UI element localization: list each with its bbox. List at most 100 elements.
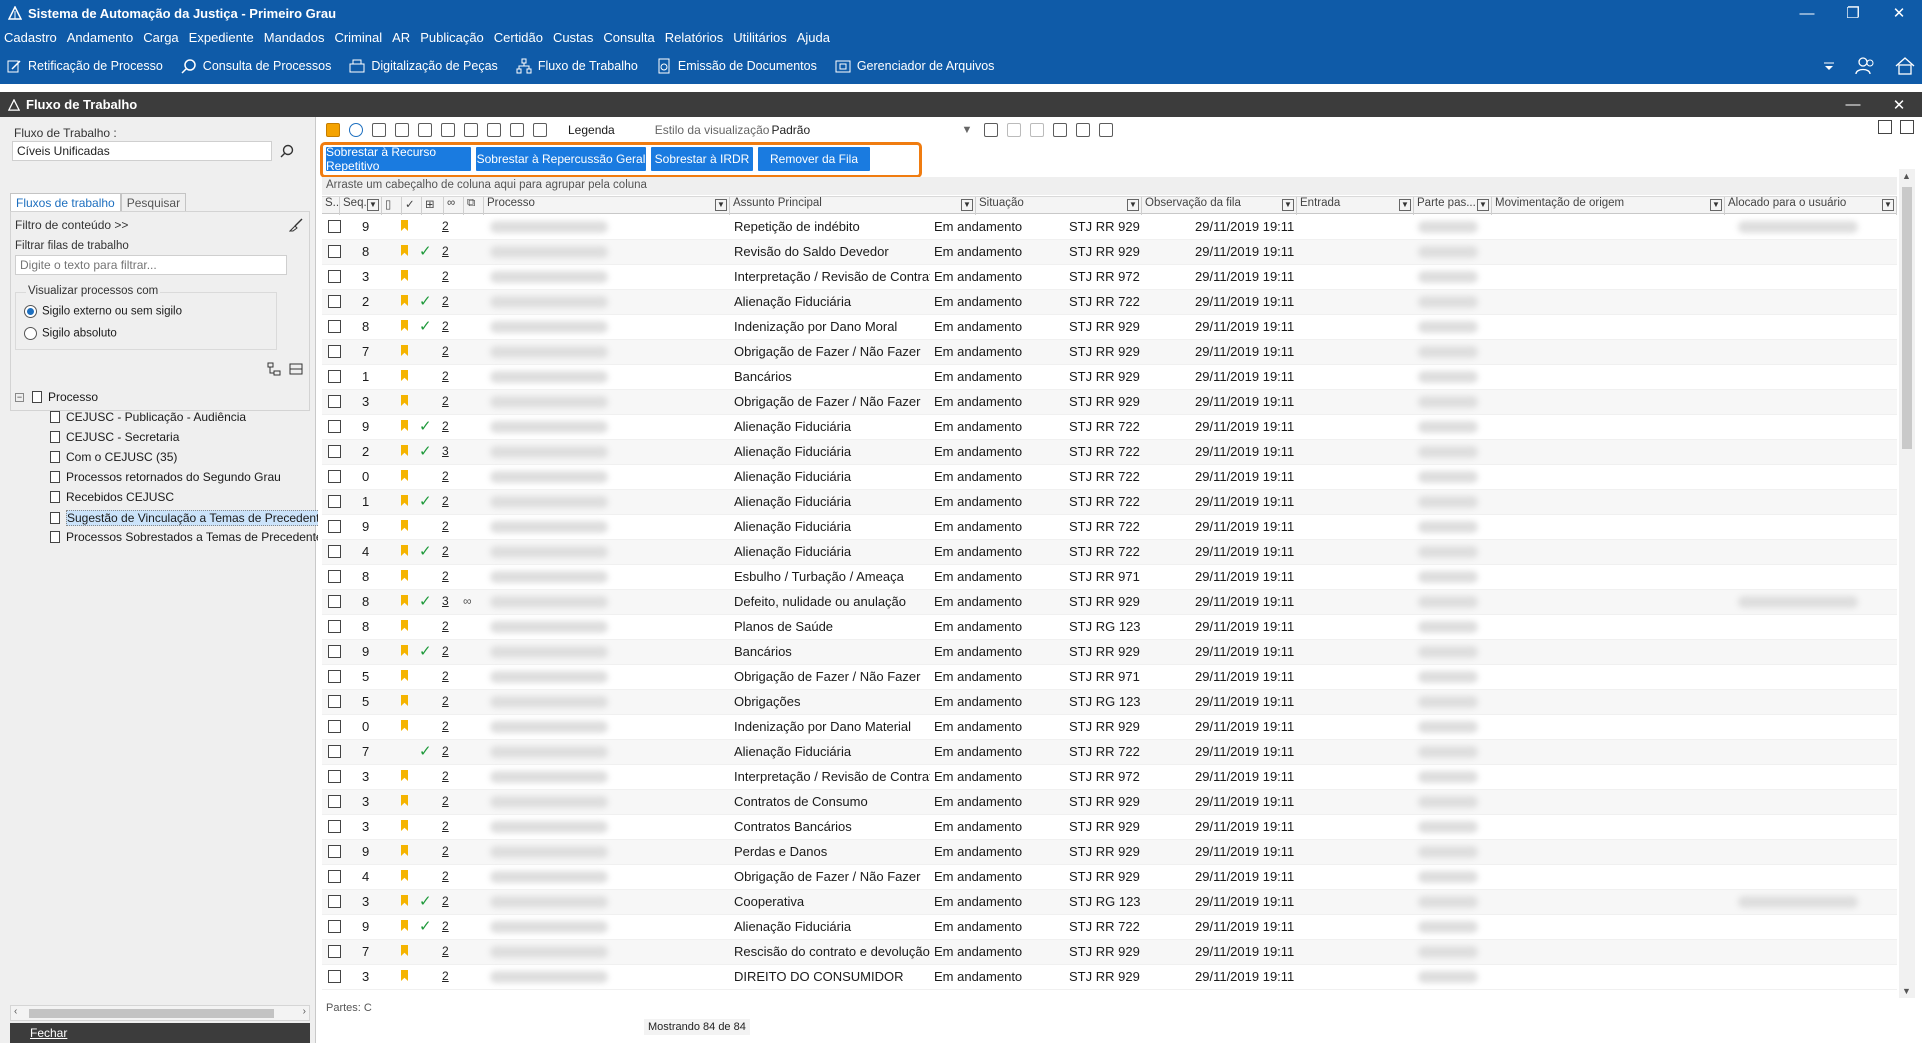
row-checkbox[interactable]: [328, 945, 341, 958]
row-checkbox[interactable]: [328, 595, 341, 608]
cell-link-count[interactable]: 2: [442, 644, 449, 658]
row-checkbox[interactable]: [328, 445, 341, 458]
broom-icon[interactable]: [289, 218, 303, 232]
radio-sigilo-absoluto[interactable]: Sigilo absoluto: [24, 327, 117, 340]
expand-tree-icon[interactable]: [1878, 120, 1892, 134]
cell-link-count[interactable]: 2: [442, 719, 449, 733]
row-checkbox[interactable]: [328, 270, 341, 283]
filtro-conteudo-link[interactable]: Filtro de conteúdo >>: [15, 218, 128, 232]
save-icon[interactable]: [984, 123, 999, 137]
cell-link-count[interactable]: 2: [442, 569, 449, 583]
tree-item[interactable]: Sugestão de Vinculação a Temas de Preced…: [50, 510, 321, 526]
col-header-assunto[interactable]: Assunto Principal ▼: [730, 197, 976, 215]
tree-item[interactable]: Processos retornados do Segundo Grau: [50, 470, 281, 484]
row-checkbox[interactable]: [328, 820, 341, 833]
scrollbar-thumb[interactable]: [1902, 187, 1912, 449]
print-icon[interactable]: [418, 123, 432, 137]
table-row[interactable]: 4 ✓ 2 Alienação Fiduciária Em andamento STJ R…: [322, 540, 1897, 565]
table-row[interactable]: 3 2 DIREITO DO CONSUMIDOR Em andamento STJ R…: [322, 965, 1897, 990]
collapse-tree-icon[interactable]: [289, 362, 303, 376]
cell-link-count[interactable]: 2: [442, 669, 449, 683]
col-header-seq[interactable]: Seq. ▼: [340, 197, 382, 215]
scrollbar-thumb[interactable]: [29, 1009, 274, 1018]
cell-link-count[interactable]: 2: [442, 519, 449, 533]
tab-fluxos[interactable]: Fluxos de trabalho: [10, 193, 121, 212]
emissao-button[interactable]: Emissão de Documentos: [656, 58, 817, 74]
col-header-movimentacao[interactable]: Movimentação de origem ▼: [1492, 197, 1725, 215]
export-icon[interactable]: [464, 123, 478, 137]
gerenciador-button[interactable]: Gerenciador de Arquivos: [835, 58, 994, 74]
home-icon[interactable]: [1894, 55, 1916, 77]
col-header-link[interactable]: ∞: [444, 197, 464, 215]
layout-icon[interactable]: [1099, 123, 1114, 137]
table-row[interactable]: 8 2 Esbulho / Turbação / Ameaça Em andament…: [322, 565, 1897, 590]
cell-link-count[interactable]: 2: [442, 919, 449, 933]
row-checkbox[interactable]: [328, 420, 341, 433]
cell-link-count[interactable]: 2: [442, 219, 449, 233]
cell-link-count[interactable]: 2: [442, 544, 449, 558]
col-header-observacao[interactable]: Observação da fila ▼: [1142, 197, 1297, 215]
table-row[interactable]: 3 2 Interpretação / Revisão de Contrato Em …: [322, 765, 1897, 790]
digitalizacao-button[interactable]: Digitalização de Peças: [349, 58, 498, 74]
col-header-bookmark[interactable]: ▯: [382, 197, 402, 215]
row-checkbox[interactable]: [328, 370, 341, 383]
close-button[interactable]: ✕: [1876, 0, 1922, 26]
child-close-button[interactable]: ✕: [1876, 96, 1922, 114]
cell-link-count[interactable]: 2: [442, 944, 449, 958]
table-row[interactable]: 3 ✓ 2 Cooperativa Em andamento STJ RG 123 29/1…: [322, 890, 1897, 915]
cell-link-count[interactable]: 2: [442, 494, 449, 508]
retificacao-button[interactable]: Retificação de Processo: [6, 58, 163, 74]
table-row[interactable]: 1 2 Bancários Em andamento STJ RR 929 29/11/2…: [322, 365, 1897, 390]
row-checkbox[interactable]: [328, 895, 341, 908]
table-row[interactable]: 9 2 Alienação Fiduciária Em andamento STJ RR…: [322, 515, 1897, 540]
table-row[interactable]: 0 2 Indenização por Dano Material Em andame…: [322, 715, 1897, 740]
table-row[interactable]: 9 ✓ 2 Alienação Fiduciária Em andamento STJ R…: [322, 415, 1897, 440]
menu-relatorios[interactable]: Relatórios: [665, 30, 730, 45]
fluxo-button[interactable]: Fluxo de Trabalho: [516, 58, 638, 74]
filter-dropdown-icon[interactable]: ▼: [1710, 199, 1722, 211]
radio-sigilo-externo[interactable]: Sigilo externo ou sem sigilo: [24, 305, 182, 318]
row-checkbox[interactable]: [328, 670, 341, 683]
paste-icon[interactable]: [441, 123, 455, 137]
filter-dropdown-icon[interactable]: ▼: [1282, 199, 1294, 211]
row-checkbox[interactable]: [328, 845, 341, 858]
row-checkbox[interactable]: [328, 720, 341, 733]
estilo-select[interactable]: Estilo da visualização Padrão ▼: [655, 123, 973, 137]
legenda-link[interactable]: Legenda: [568, 123, 615, 137]
col-header-copy[interactable]: ⧉: [464, 197, 484, 215]
table-row[interactable]: 8 ✓ 3 ∞ Defeito, nulidade ou anulação Em anda…: [322, 590, 1897, 615]
collapse-tree-icon[interactable]: [1900, 120, 1914, 134]
tree-item[interactable]: CEJUSC - Secretaria: [50, 430, 179, 444]
chevron-down-icon[interactable]: ▼: [961, 124, 972, 136]
table-row[interactable]: 7 2 Rescisão do contrato e devolução do di…: [322, 940, 1897, 965]
cell-link-count[interactable]: 2: [442, 344, 449, 358]
cell-link-count[interactable]: 2: [442, 319, 449, 333]
row-checkbox[interactable]: [328, 970, 341, 983]
tab-pesquisar[interactable]: Pesquisar: [120, 193, 187, 212]
consulta-button[interactable]: Consulta de Processos: [181, 58, 331, 74]
tree-item[interactable]: Recebidos CEJUSC: [50, 490, 174, 504]
row-checkbox[interactable]: [328, 920, 341, 933]
row-checkbox[interactable]: [328, 570, 341, 583]
fechar-button[interactable]: Fechar: [10, 1023, 310, 1043]
cell-link-count[interactable]: 2: [442, 419, 449, 433]
menu-andamento[interactable]: Andamento: [67, 30, 140, 45]
row-checkbox[interactable]: [328, 220, 341, 233]
table-row[interactable]: 3 2 Contratos de Consumo Em andamento STJ RR…: [322, 790, 1897, 815]
table-row[interactable]: 9 2 Repetição de indébito Em andamento STJ R…: [322, 215, 1897, 240]
remover-da-fila-button[interactable]: Remover da Fila: [758, 147, 870, 171]
cell-link-count[interactable]: 2: [442, 694, 449, 708]
cell-link-count[interactable]: 2: [442, 394, 449, 408]
cell-link-count[interactable]: 2: [442, 244, 449, 258]
dropdown-arrow-icon[interactable]: [1822, 59, 1836, 73]
row-checkbox[interactable]: [328, 745, 341, 758]
sobrestar-repercussao-geral-button[interactable]: Sobrestar à Repercussão Geral: [476, 147, 646, 171]
refresh-icon[interactable]: [349, 123, 363, 137]
table-row[interactable]: 5 2 Obrigações Em andamento STJ RG 123 29/11/…: [322, 690, 1897, 715]
scroll-down-icon[interactable]: ▼: [1902, 986, 1911, 996]
menu-ajuda[interactable]: Ajuda: [797, 30, 836, 45]
sobrestar-recurso-repetitivo-button[interactable]: Sobrestar à Recurso Repetitivo: [326, 145, 471, 173]
row-checkbox[interactable]: [328, 645, 341, 658]
fluxo-field[interactable]: Cíveis Unificadas: [12, 141, 272, 161]
table-row[interactable]: 5 2 Obrigação de Fazer / Não Fazer Em andam…: [322, 665, 1897, 690]
